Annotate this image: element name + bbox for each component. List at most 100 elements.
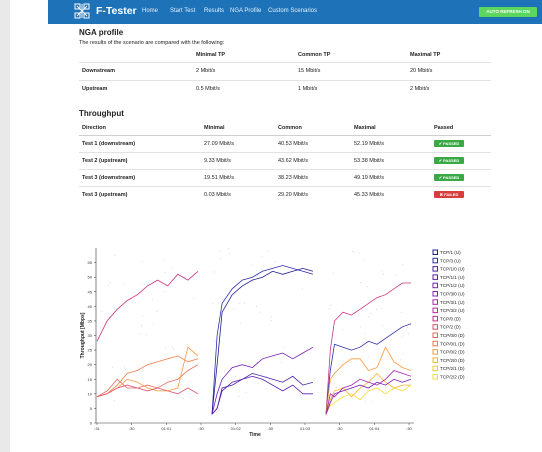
scatter-point bbox=[365, 401, 367, 402]
scatter-point bbox=[278, 382, 280, 384]
scatter-point bbox=[330, 304, 331, 306]
scatter-point bbox=[140, 377, 142, 379]
y-tick-label: 20 bbox=[88, 362, 93, 367]
series-line bbox=[96, 364, 199, 398]
scatter-point bbox=[267, 251, 269, 253]
series-line bbox=[211, 265, 314, 415]
scatter-point bbox=[146, 334, 147, 336]
legend-swatch bbox=[432, 357, 438, 363]
legend-swatch bbox=[432, 307, 438, 314]
scatter-point bbox=[219, 250, 221, 252]
series-line bbox=[96, 384, 199, 398]
scatter-point bbox=[407, 327, 408, 329]
scatter-point bbox=[147, 284, 148, 285]
scatter-point bbox=[400, 359, 402, 361]
legend-label: TCP/1/1 (U) bbox=[440, 275, 465, 280]
scatter-point bbox=[389, 368, 391, 370]
y-tick-label: 0 bbox=[90, 421, 93, 426]
scatter-point bbox=[359, 326, 361, 328]
scatter-point bbox=[108, 316, 110, 318]
series-line bbox=[211, 267, 314, 415]
scatter-point bbox=[353, 251, 355, 253]
scatter-point bbox=[270, 320, 272, 322]
scatter-point bbox=[274, 261, 276, 262]
scatter-point bbox=[144, 284, 145, 285]
y-tick-label: 15 bbox=[88, 377, 93, 382]
scatter-point bbox=[123, 366, 125, 368]
y-tick-label: 40 bbox=[88, 304, 93, 309]
scatter-point bbox=[224, 370, 225, 372]
scatter-point bbox=[291, 268, 293, 270]
legend-swatch bbox=[432, 374, 438, 380]
legend-label: TCP/2/0 (D) bbox=[440, 358, 465, 363]
y-tick-label: 35 bbox=[88, 318, 93, 323]
y-axis-label: Throughput [Mbps] bbox=[80, 312, 86, 358]
scatter-point bbox=[125, 368, 127, 370]
scatter-point bbox=[153, 323, 154, 324]
series-line bbox=[325, 378, 412, 415]
scatter-point bbox=[123, 284, 125, 286]
scatter-point bbox=[402, 352, 404, 354]
scatter-point bbox=[363, 259, 364, 261]
scatter-point bbox=[151, 298, 153, 300]
legend-swatch bbox=[432, 340, 438, 347]
scatter-point bbox=[191, 397, 193, 399]
scatter-point bbox=[214, 340, 216, 342]
scatter-point bbox=[284, 346, 285, 348]
scatter-point bbox=[212, 303, 214, 305]
scatter-point bbox=[364, 397, 366, 399]
scatter-point bbox=[392, 389, 394, 391]
scatter-point bbox=[342, 329, 344, 331]
scatter-point bbox=[302, 288, 303, 290]
x-tick-label: :30 bbox=[337, 426, 343, 431]
scatter-point bbox=[234, 293, 236, 295]
scatter-point bbox=[244, 303, 246, 304]
scatter-point bbox=[114, 255, 116, 257]
legend-label: TCP/0 (D) bbox=[440, 316, 461, 321]
legend-swatch bbox=[432, 249, 438, 255]
scatter-point bbox=[381, 324, 383, 326]
scatter-point bbox=[220, 401, 222, 402]
series-line bbox=[325, 282, 411, 415]
legend-label: TCP/2 (D) bbox=[440, 325, 461, 330]
scatter-point bbox=[335, 386, 337, 388]
legend-label: TCP/0/0 (D) bbox=[440, 333, 465, 338]
scatter-point bbox=[402, 263, 403, 265]
series-line bbox=[211, 375, 313, 415]
scatter-point bbox=[381, 308, 382, 310]
scatter-point bbox=[110, 282, 112, 284]
scatter-point bbox=[252, 264, 254, 266]
scatter-point bbox=[280, 361, 282, 363]
scatter-point bbox=[164, 272, 166, 273]
legend-label: TCP/2/2 (D) bbox=[440, 375, 465, 380]
scatter-point bbox=[173, 348, 174, 350]
x-tick-label: :30 bbox=[129, 426, 135, 431]
scatter-point bbox=[383, 273, 384, 275]
scatter-point bbox=[259, 311, 261, 313]
scatter-point bbox=[172, 346, 173, 348]
scatter-point bbox=[400, 312, 402, 313]
y-tick-label: 5 bbox=[90, 406, 93, 411]
scatter-point bbox=[261, 255, 263, 257]
scatter-point bbox=[101, 311, 103, 313]
scatter-point bbox=[367, 356, 369, 358]
scatter-point bbox=[256, 306, 257, 307]
scatter-point bbox=[113, 400, 115, 402]
scatter-point bbox=[230, 294, 232, 296]
legend-label: TCP/1/2 (U) bbox=[440, 283, 465, 288]
y-tick-label: 30 bbox=[88, 333, 93, 338]
scatter-point bbox=[228, 253, 230, 255]
x-tick-label: :30 bbox=[268, 426, 274, 431]
scatter-point bbox=[257, 382, 259, 384]
legend-swatch bbox=[432, 257, 438, 264]
legend-swatch bbox=[432, 299, 438, 305]
x-tick-label: 01:04 bbox=[369, 426, 380, 431]
scatter-point bbox=[140, 324, 142, 326]
scatter-point bbox=[141, 326, 143, 327]
scatter-point bbox=[112, 367, 113, 369]
scatter-point bbox=[190, 381, 191, 382]
legend-label: TCP/3/2 (U) bbox=[440, 308, 465, 313]
scatter-point bbox=[156, 311, 157, 313]
scatter-point bbox=[142, 261, 143, 263]
scatter-point bbox=[214, 271, 215, 273]
